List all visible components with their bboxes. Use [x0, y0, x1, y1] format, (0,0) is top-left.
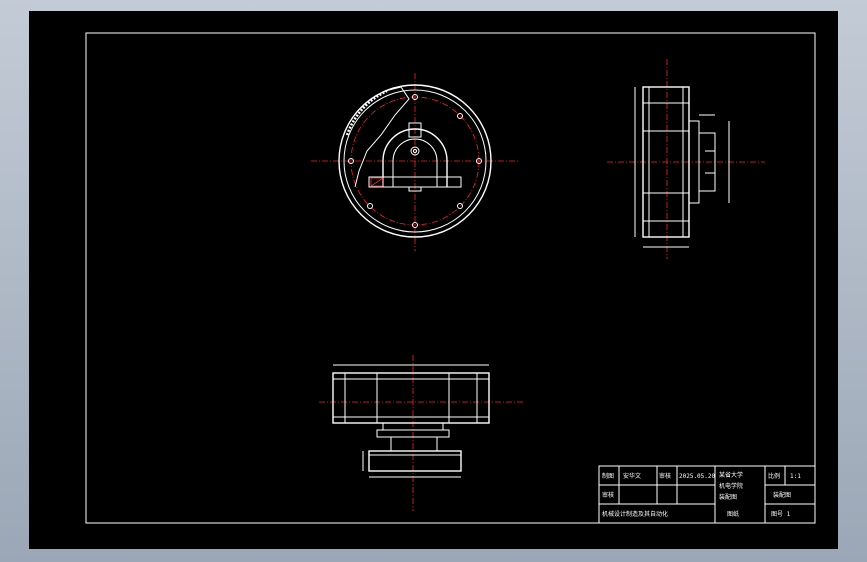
bolt-hole [367, 203, 373, 209]
break-line [354, 86, 410, 188]
drawing-sheet: .w { stroke: #ffffff; stroke-width: 1; f… [29, 11, 838, 549]
tb-college: 机电学院 [719, 482, 743, 490]
tb-scale-label: 比例 [768, 472, 780, 480]
front-view [311, 73, 519, 251]
section-hatch [345, 89, 388, 136]
tb-drawing-number: 图号 1 [771, 511, 791, 518]
tb-drafter-label: 制图 [602, 472, 614, 480]
wheel-top-body [332, 372, 490, 424]
tb-date: 2025.05.20 [679, 473, 716, 480]
inner-frame [85, 32, 816, 524]
bolt-hole [457, 203, 463, 209]
drawing-canvas: .w { stroke: #ffffff; stroke-width: 1; f… [85, 32, 816, 524]
tb-audit-label: 审核 [602, 491, 614, 499]
tb-sheet: 图纸 [727, 510, 739, 518]
bracket-neck [390, 436, 438, 452]
base-hatch-line [370, 177, 384, 187]
cad-viewport[interactable]: .w { stroke: #ffffff; stroke-width: 1; f… [0, 0, 867, 562]
tb-major: 机械设计制造及其自动化 [602, 510, 668, 518]
top-view [319, 355, 523, 511]
tb-drawing-type: 装配图 [719, 493, 737, 501]
side-view [607, 59, 765, 259]
tb-review-label: 审核 [659, 472, 671, 480]
tb-drafter-name: 安华文 [623, 472, 641, 480]
title-block: 制图 安华文 审核 2025.05.20 某省大学 机电学院 装配图 比例 1:… [598, 465, 816, 524]
tb-scale-value: 1:1 [790, 473, 801, 480]
tb-school: 某省大学 [719, 471, 743, 479]
bolt-hole [457, 113, 463, 119]
bracket-base-top [368, 450, 462, 472]
tb-drawing-name: 装配图 [773, 491, 791, 499]
